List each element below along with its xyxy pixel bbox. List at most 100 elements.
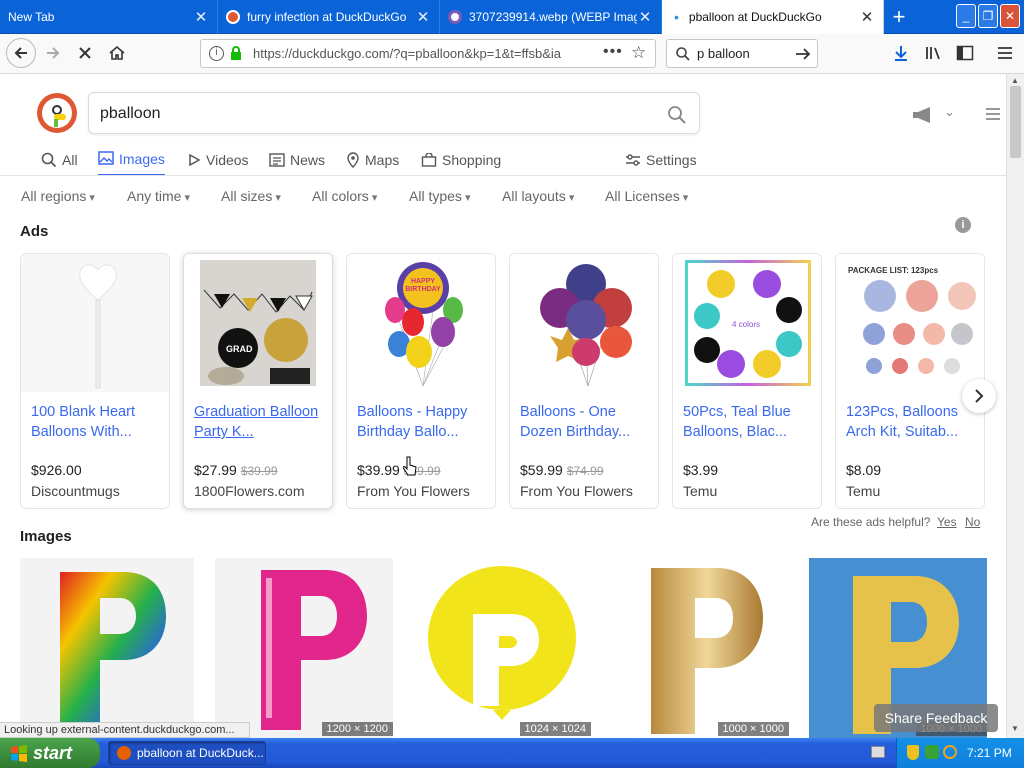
grad-text: GRAD [226,344,253,354]
filter-size[interactable]: All sizes [221,188,281,204]
package-list-text: PACKAGE LIST: 123pcs [848,266,939,275]
ad-price: $39.99 $49.99 [357,462,441,478]
ads-info-icon[interactable]: i [955,217,971,233]
minimize-button[interactable]: _ [956,4,976,28]
search-value: p balloon [697,46,750,61]
settings-label: Settings [646,152,697,168]
rainbow-letter-p-balloon [60,572,166,730]
ad-card[interactable]: HAPPY BIRTHDAY Balloons - Happy Birthday… [346,253,496,509]
image-dimensions: 1200 × 1200 [321,722,393,736]
ad-card[interactable]: GRAD Graduation Balloon Party K... $27.9… [183,253,333,509]
address-bar[interactable]: i https://duckduckgo.com/?q=pballoon&kp=… [200,39,656,68]
filter-region[interactable]: All regions [21,188,95,204]
tab-label: Images [119,151,165,167]
search-icon[interactable] [667,105,687,125]
sidebar-button[interactable] [950,38,980,68]
tab-maps[interactable]: Maps [346,148,399,172]
start-button[interactable]: start [0,738,100,768]
maximize-button[interactable]: ❐ [978,4,998,28]
settings-link[interactable]: Settings [625,148,697,172]
ad-title[interactable]: Balloons - Happy Birthday Ballo... [357,402,489,442]
tab-label: Maps [365,152,400,168]
image-result[interactable] [20,558,194,738]
filter-time[interactable]: Any time [127,188,190,204]
ad-card[interactable]: 100 Blank Heart Balloons With... $926.00… [20,253,170,509]
ads-helpful-no[interactable]: No [965,515,980,529]
yellow-balloon-with-p [428,566,576,720]
taskbar-firefox-window[interactable]: pballoon at DuckDuck... [108,741,266,765]
go-arrow-icon[interactable] [795,47,811,61]
tab-furry-infection[interactable]: furry infection at DuckDuckGo ✕ [218,0,440,34]
tab-videos[interactable]: Videos [187,148,249,172]
ad-card[interactable]: 4 colors 50Pcs, Teal Blue Balloons, Blac… [672,253,822,509]
image-result[interactable]: 1024 × 1024 [413,558,591,738]
new-tab-button[interactable]: + [884,0,914,34]
security-icon[interactable] [925,745,939,759]
tab-webp-image[interactable]: 3707239914.webp (WEBP Image... ✕ [440,0,662,34]
ad-title[interactable]: Balloons - One Dozen Birthday... [520,402,652,442]
image-dimensions: 1024 × 1024 [519,722,591,736]
filter-license[interactable]: All Licenses [605,188,688,204]
tab-news[interactable]: News [269,148,325,172]
filter-type[interactable]: All types [409,188,471,204]
ad-image: 4 colors [673,254,821,392]
bookmark-star-icon[interactable]: ☆ [631,43,646,63]
keyboard-icon[interactable] [871,746,885,758]
newspaper-icon [269,153,285,167]
image-result[interactable]: 1000 × 1000 [611,558,789,738]
ad-title[interactable]: Graduation Balloon Party K... [194,402,326,442]
info-icon[interactable]: i [209,46,224,61]
ad-card[interactable]: PACKAGE LIST: 123pcs 123Pcs, Balloons Ar… [835,253,985,509]
image-result[interactable]: 1200 × 1200 [215,558,393,738]
ad-title[interactable]: 50Pcs, Teal Blue Balloons, Blac... [683,402,815,442]
image-icon [98,151,114,165]
search-box[interactable]: p balloon [666,39,818,68]
ad-seller: From You Flowers [520,483,633,499]
duckduckgo-logo[interactable] [37,93,77,133]
close-icon[interactable]: ✕ [637,8,653,26]
ddg-search-input[interactable]: pballoon [88,92,700,134]
back-button[interactable] [6,38,36,68]
next-ads-button[interactable] [962,379,996,413]
downloads-button[interactable] [886,38,916,68]
ads-helpful-yes[interactable]: Yes [937,515,957,529]
close-icon[interactable]: ✕ [859,8,875,26]
megaphone-icon[interactable] [911,106,941,124]
tab-shopping[interactable]: Shopping [421,148,501,172]
tab-pballoon[interactable]: • pballoon at DuckDuckGo ✕ [662,0,884,34]
search-tray-icon[interactable] [943,745,957,759]
tab-label: Videos [206,152,249,168]
ad-title[interactable]: 100 Blank Heart Balloons With... [31,402,163,442]
filter-color[interactable]: All colors [312,188,377,204]
share-feedback-button[interactable]: Share Feedback [874,704,998,732]
ad-seller: From You Flowers [357,483,470,499]
close-window-button[interactable]: ✕ [1000,4,1020,28]
ad-card[interactable]: Balloons - One Dozen Birthday... $59.99 $… [509,253,659,509]
page-actions-icon[interactable]: ••• [603,43,623,61]
library-icon [926,47,940,60]
ad-title[interactable]: 123Pcs, Balloons Arch Kit, Suitab... [846,402,978,442]
scrollbar-thumb[interactable] [1010,86,1021,158]
pink-letter-p-balloon [261,570,367,730]
forward-button[interactable] [38,38,68,68]
stop-button[interactable] [70,38,100,68]
shield-icon[interactable] [907,745,919,760]
vertical-scrollbar[interactable]: ▲ ▼ [1006,74,1024,738]
chevron-down-icon[interactable]: ⌄ [944,104,955,120]
filter-layout[interactable]: All layouts [502,188,574,204]
tab-new-tab[interactable]: New Tab ✕ [0,0,218,34]
home-button[interactable] [102,38,132,68]
close-icon[interactable]: ✕ [415,8,431,26]
images-heading: Images [20,528,72,545]
menu-button[interactable] [990,38,1020,68]
start-label: start [33,742,73,763]
close-icon[interactable]: ✕ [193,8,209,26]
ddg-menu-icon[interactable] [985,107,1001,121]
tab-bar: New Tab ✕ furry infection at DuckDuckGo … [0,0,1024,34]
ad-price: $3.99 [683,462,719,478]
tab-images[interactable]: Images [98,148,165,176]
ads-helpful-question: Are these ads helpful? [811,515,931,529]
library-button[interactable] [918,38,948,68]
map-pin-icon [347,152,359,168]
tab-all[interactable]: All [41,148,78,172]
